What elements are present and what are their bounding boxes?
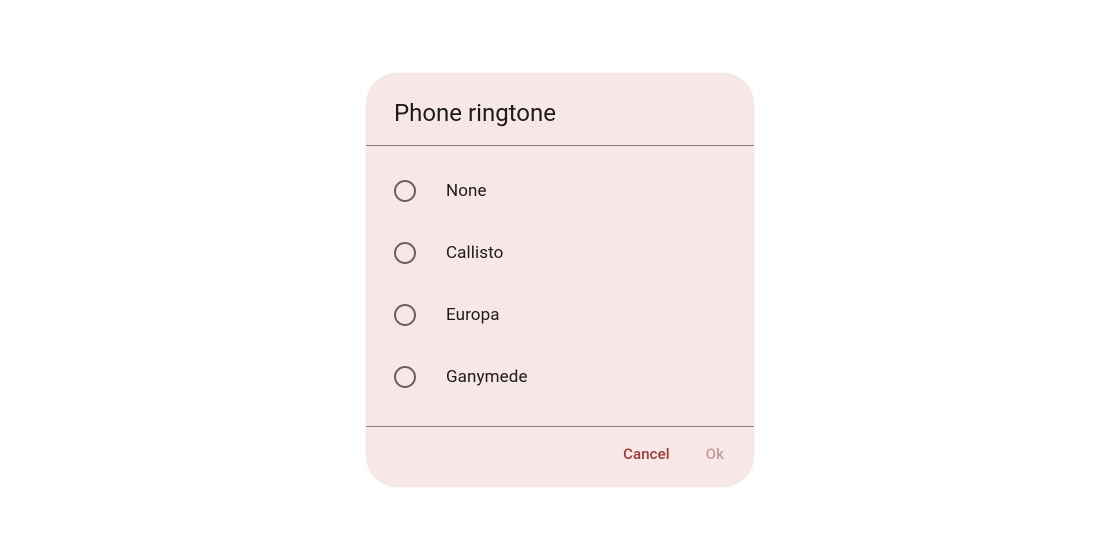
option-ganymede[interactable]: Ganymede — [394, 346, 726, 408]
option-europa[interactable]: Europa — [394, 284, 726, 346]
radio-icon — [394, 304, 416, 326]
dialog-actions: Cancel Ok — [366, 426, 754, 487]
option-callisto[interactable]: Callisto — [394, 222, 726, 284]
dialog-title: Phone ringtone — [394, 99, 726, 127]
ringtone-dialog: Phone ringtone None Callisto Europa Gany… — [366, 73, 754, 487]
radio-icon — [394, 242, 416, 264]
cancel-button[interactable]: Cancel — [623, 445, 670, 463]
option-label: None — [446, 181, 487, 201]
radio-icon — [394, 366, 416, 388]
ok-button[interactable]: Ok — [706, 445, 724, 463]
option-label: Europa — [446, 305, 500, 325]
dialog-header: Phone ringtone — [366, 73, 754, 146]
option-label: Ganymede — [446, 367, 528, 387]
options-list: None Callisto Europa Ganymede — [366, 146, 754, 426]
radio-icon — [394, 180, 416, 202]
option-label: Callisto — [446, 243, 503, 263]
option-none[interactable]: None — [394, 160, 726, 222]
